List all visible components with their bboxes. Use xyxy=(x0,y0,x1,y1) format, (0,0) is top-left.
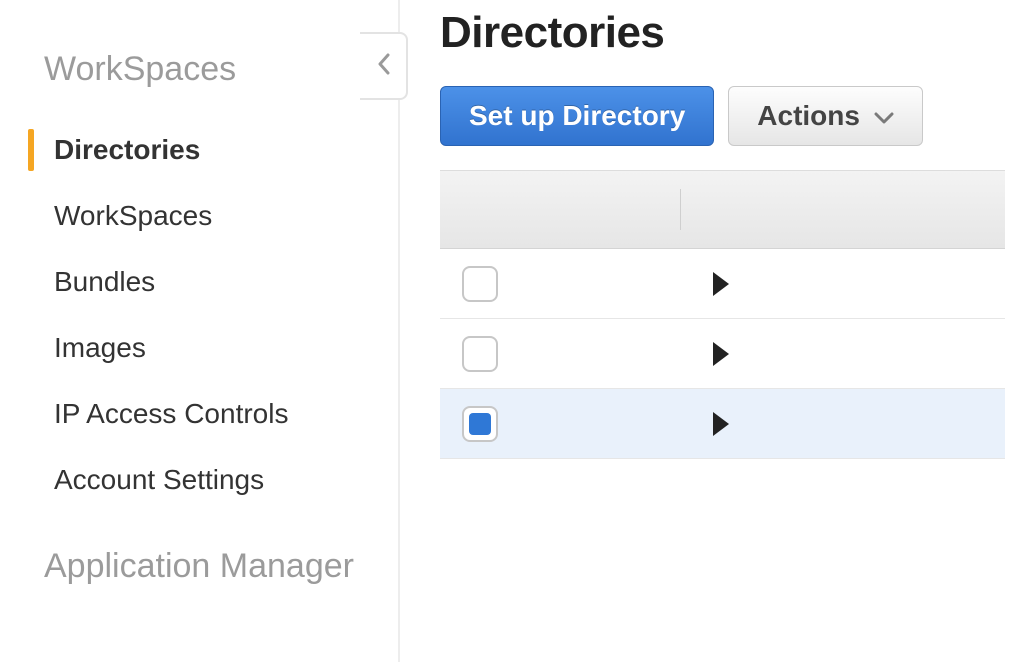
expand-row-icon[interactable] xyxy=(713,272,729,296)
sidebar: WorkSpaces Directories WorkSpaces Bundle… xyxy=(0,0,400,662)
sidebar-item-account-settings[interactable]: Account Settings xyxy=(0,447,398,513)
table-header xyxy=(440,171,1005,249)
row-checkbox[interactable] xyxy=(462,336,498,372)
table-row[interactable] xyxy=(440,389,1005,459)
toolbar: Set up Directory Actions xyxy=(440,86,1025,146)
table-row[interactable] xyxy=(440,249,1005,319)
sidebar-item-directories[interactable]: Directories xyxy=(0,117,398,183)
page-title: Directories xyxy=(440,8,1025,58)
expand-row-icon[interactable] xyxy=(713,342,729,366)
directories-table xyxy=(440,170,1005,459)
sidebar-heading-application-manager: Application Manager xyxy=(0,513,398,614)
expand-row-icon[interactable] xyxy=(713,412,729,436)
sidebar-heading-workspaces: WorkSpaces xyxy=(0,40,398,117)
chevron-left-icon xyxy=(376,53,390,80)
table-row[interactable] xyxy=(440,319,1005,389)
actions-button-label: Actions xyxy=(757,100,860,132)
collapse-sidebar-button[interactable] xyxy=(360,32,408,100)
sidebar-item-images[interactable]: Images xyxy=(0,315,398,381)
main-content: Directories Set up Directory Actions xyxy=(400,0,1025,662)
chevron-down-icon xyxy=(874,100,894,132)
sidebar-item-bundles[interactable]: Bundles xyxy=(0,249,398,315)
row-checkbox[interactable] xyxy=(462,266,498,302)
actions-dropdown-button[interactable]: Actions xyxy=(728,86,923,146)
row-checkbox[interactable] xyxy=(462,406,498,442)
set-up-directory-button[interactable]: Set up Directory xyxy=(440,86,714,146)
sidebar-item-workspaces[interactable]: WorkSpaces xyxy=(0,183,398,249)
sidebar-item-ip-access-controls[interactable]: IP Access Controls xyxy=(0,381,398,447)
